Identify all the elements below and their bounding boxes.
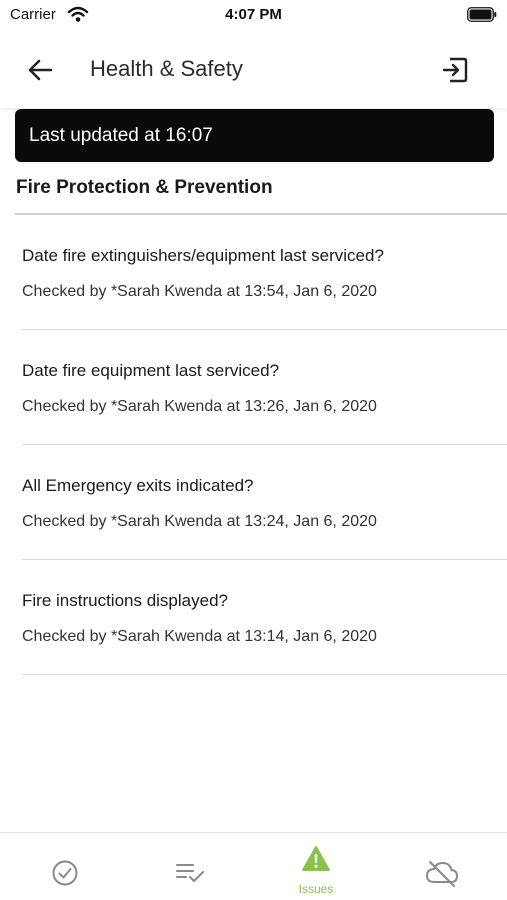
checked-by-text: Checked by *Sarah Kwenda at 13:54, Jan 6… [22,283,377,300]
last-updated-text: Last updated at 16:07 [29,125,213,146]
checked-by-text: Checked by *Sarah Kwenda at 13:26, Jan 6… [22,398,377,415]
last-updated-banner: Last updated at 16:07 [15,109,494,162]
app-header: Health & Safety [0,30,507,108]
checked-by-text: Checked by *Sarah Kwenda at 13:24, Jan 6… [22,513,377,530]
tab-sync[interactable] [379,833,505,900]
tab-issues[interactable]: Issues [253,833,379,900]
exit-icon [442,57,468,83]
exit-button[interactable] [433,50,477,90]
section-title: Fire Protection & Prevention [16,177,273,198]
tab-bar: Issues [0,832,507,900]
checklist-icon [176,864,204,882]
tab-label: Issues [298,882,334,896]
back-button[interactable] [20,50,60,90]
tab-checklist[interactable] [128,833,254,900]
checklist-item[interactable]: Date fire extinguishers/equipment last s… [0,215,507,330]
page-title: Health & Safety [90,56,243,81]
checklist-item[interactable]: All Emergency exits indicated? Checked b… [0,445,507,560]
battery-icon [467,7,497,22]
check-circle-icon [52,860,78,886]
warning-icon [302,846,330,871]
cloud-off-icon [426,861,458,887]
checklist-question: Date fire extinguishers/equipment last s… [22,246,384,265]
item-divider [22,674,507,675]
checklist-item[interactable]: Fire instructions displayed? Checked by … [0,560,507,675]
checked-by-text: Checked by *Sarah Kwenda at 13:14, Jan 6… [22,628,377,645]
status-time: 4:07 PM [225,6,282,23]
checklist-question: Date fire equipment last serviced? [22,361,280,380]
checklist-question: All Emergency exits indicated? [22,476,254,495]
checklist-question: Fire instructions displayed? [22,591,228,610]
arrow-left-icon [28,59,53,81]
checklist: Date fire extinguishers/equipment last s… [0,215,507,675]
status-bar: Carrier 4:07 PM [0,0,507,30]
checklist-item[interactable]: Date fire equipment last serviced? Check… [0,330,507,445]
tab-completed[interactable] [2,833,128,900]
